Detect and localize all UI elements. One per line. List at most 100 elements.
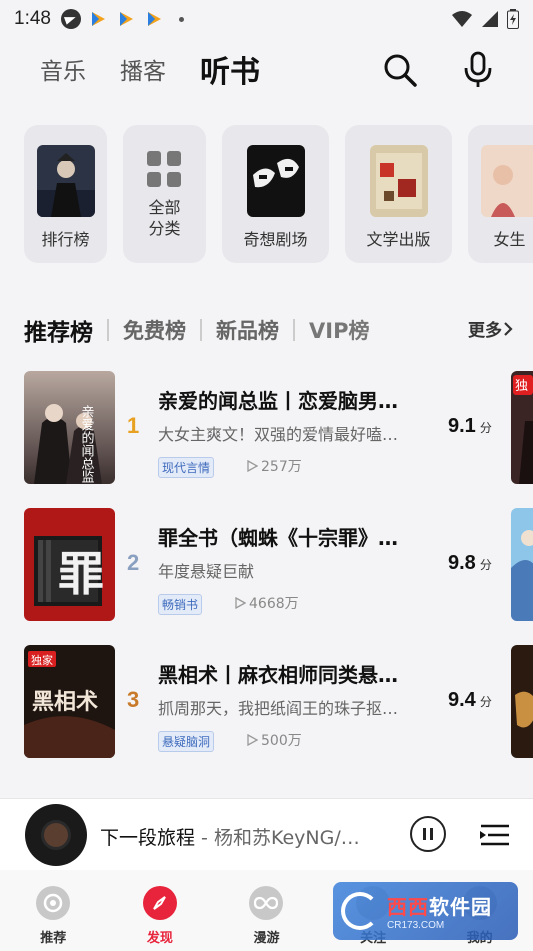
ranking-tabs: 推荐榜 免费榜 新品榜 VIP榜 更多 <box>24 312 514 348</box>
cover-title: 罪 <box>58 547 104 601</box>
nav-label: 漫游 <box>253 931 280 946</box>
category-label: 排行榜 <box>41 230 90 249</box>
tab-vip[interactable]: VIP榜 <box>309 315 369 345</box>
book-cover: 独家 黑相术 <box>24 645 115 758</box>
literature-thumbnail <box>369 145 428 217</box>
category-all[interactable]: 全部 分类 <box>123 125 206 263</box>
list-item[interactable]: 亲爱的闻总监 1 亲爱的闻总监丨恋爱脑男… 大女主爽文！双强的爱情最好嗑… 现代… <box>24 371 533 508</box>
tab-fade <box>409 312 459 348</box>
category-literature[interactable]: 文学出版 <box>345 125 452 263</box>
system-icons <box>451 9 519 29</box>
search-icon <box>384 54 417 87</box>
watermark-url: CR173.COM <box>387 920 445 931</box>
next-book-cover[interactable] <box>511 645 533 758</box>
category-female[interactable]: 女生 <box>468 125 533 263</box>
tab-audiobook[interactable]: 听书 <box>200 47 260 91</box>
nav-recommend[interactable]: 推荐 <box>0 870 107 951</box>
app-notification-icon <box>119 12 133 26</box>
book-list: 亲爱的闻总监 1 亲爱的闻总监丨恋爱脑男… 大女主爽文！双强的爱情最好嗑… 现代… <box>24 371 533 782</box>
cover-title: 黑相术 <box>32 689 98 715</box>
category-fantasy-theater[interactable]: 奇想剧场 <box>222 125 329 263</box>
book-title: 罪全书（蜘蛛《十宗罪》… <box>158 526 398 550</box>
tab-music[interactable]: 音乐 <box>40 52 86 86</box>
exclusive-badge: 独 <box>515 379 528 394</box>
score-value: 9.1 <box>448 415 476 437</box>
now-playing[interactable]: 下一段旅程 - 杨和苏KeyNG/… <box>100 823 400 850</box>
category-label: 文学出版 <box>366 230 431 249</box>
more-label: 更多 <box>468 321 502 341</box>
notification-icons <box>60 9 184 29</box>
cover-title: 亲爱的闻总监 <box>79 405 95 483</box>
nav-discover[interactable]: 发现 <box>107 870 214 951</box>
playlist-icon[interactable] <box>478 819 512 851</box>
app-notification-icon <box>147 12 161 26</box>
category-label: 女生 <box>493 230 526 249</box>
play-count-value: 500万 <box>261 733 302 749</box>
play-count-value: 257万 <box>261 459 302 475</box>
recommend-icon <box>36 886 71 920</box>
play-icon <box>247 460 258 472</box>
divider <box>200 319 202 341</box>
app-notification-icon <box>91 12 105 26</box>
voice-button[interactable] <box>458 50 498 90</box>
genre-tag: 现代言情 <box>158 457 215 478</box>
rank-number: 1 <box>127 413 140 438</box>
book-description: 年度悬疑巨献 <box>158 562 255 581</box>
next-book-cover[interactable] <box>511 508 533 621</box>
play-icon <box>235 597 246 609</box>
nav-roam[interactable]: 漫游 <box>213 870 320 951</box>
book-description: 大女主爽文！双强的爱情最好嗑… <box>158 425 399 444</box>
rank-number: 3 <box>127 687 140 712</box>
mini-player[interactable]: 下一段旅程 - 杨和苏KeyNG/… <box>0 798 533 870</box>
category-row: 排行榜 全部 分类 奇想剧场 文学出版 女生 <box>24 125 533 263</box>
divider <box>107 319 109 341</box>
play-count: 4668万 <box>234 593 299 613</box>
watermark-text: 西西 <box>387 895 429 919</box>
signal-icon <box>482 11 498 27</box>
book-score: 9.4 分 <box>448 689 492 712</box>
tab-new[interactable]: 新品榜 <box>216 315 279 345</box>
infinity-icon <box>249 886 284 920</box>
next-book-cover[interactable]: 独 <box>511 371 533 484</box>
genre-tag: 畅销书 <box>158 594 203 615</box>
score-value: 9.4 <box>448 689 476 711</box>
score-value: 9.8 <box>448 552 476 574</box>
book-cover: 罪 <box>24 508 115 621</box>
tab-podcast[interactable]: 播客 <box>120 52 166 86</box>
grid-icon <box>146 151 183 187</box>
nav-label: 发现 <box>146 931 173 946</box>
score-unit: 分 <box>479 558 492 572</box>
telegram-icon <box>60 9 81 29</box>
more-notifications-icon <box>178 16 184 22</box>
list-item[interactable]: 独家 黑相术 3 黑相术丨麻衣相师同类悬… 抓周那天，我把纸阎王的珠子抠… 悬疑… <box>24 645 533 782</box>
category-label: 全部 分类 <box>148 198 181 238</box>
watermark-text: 软件园 <box>429 895 492 919</box>
exclusive-badge: 独家 <box>31 653 53 667</box>
divider <box>293 319 295 341</box>
wifi-icon <box>452 11 472 27</box>
pause-button[interactable] <box>410 816 446 852</box>
tab-free[interactable]: 免费榜 <box>123 315 186 345</box>
score-unit: 分 <box>479 695 492 709</box>
play-icon <box>247 734 258 746</box>
album-art[interactable] <box>25 804 87 866</box>
book-title: 亲爱的闻总监丨恋爱脑男… <box>158 389 398 413</box>
microphone-icon <box>464 51 492 87</box>
nav-label: 推荐 <box>40 931 67 946</box>
rankings-thumbnail <box>36 145 95 217</box>
book-score: 9.8 分 <box>448 552 492 575</box>
status-bar: 1:48 <box>0 0 533 38</box>
female-thumbnail <box>480 145 533 217</box>
category-rankings[interactable]: 排行榜 <box>24 125 107 263</box>
book-description: 抓周那天，我把纸阎王的珠子抠… <box>158 699 399 718</box>
book-title: 黑相术丨麻衣相师同类悬… <box>158 663 398 687</box>
more-button[interactable]: 更多 <box>468 316 514 341</box>
tab-recommended[interactable]: 推荐榜 <box>24 313 93 347</box>
status-time: 1:48 <box>14 8 51 29</box>
category-label: 奇想剧场 <box>243 230 308 249</box>
top-tabs: 音乐 播客 听书 <box>40 48 294 90</box>
book-score: 9.1 分 <box>448 415 492 438</box>
genre-tag: 悬疑脑洞 <box>158 731 215 752</box>
search-button[interactable] <box>380 50 420 90</box>
list-item[interactable]: 罪 2 罪全书（蜘蛛《十宗罪》… 年度悬疑巨献 畅销书 4668万 9.8 分 <box>24 508 533 645</box>
